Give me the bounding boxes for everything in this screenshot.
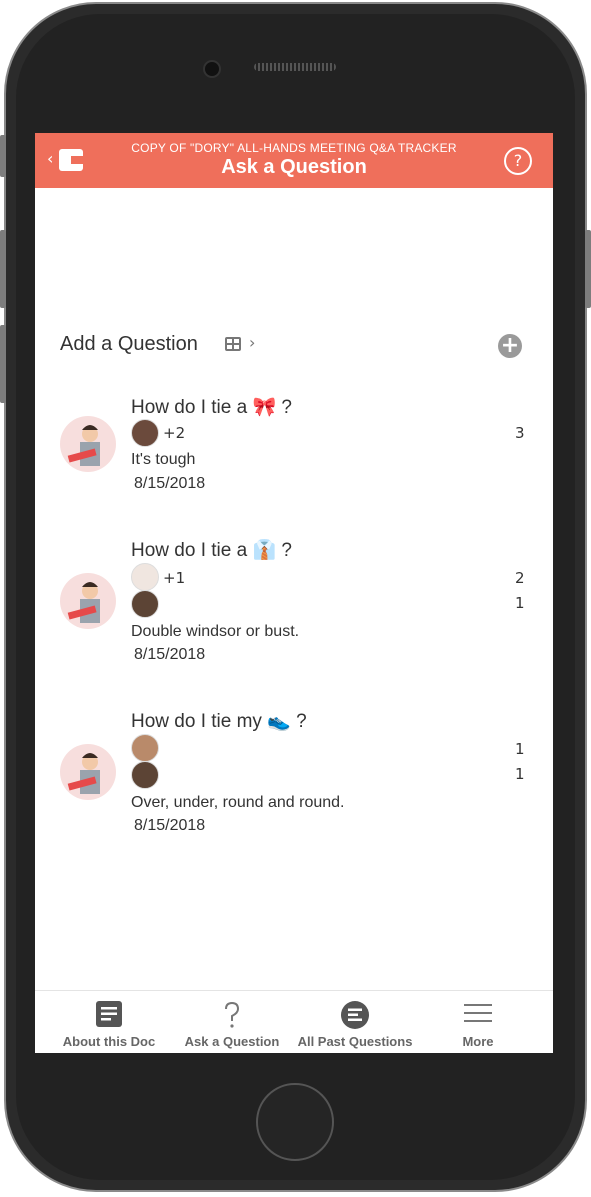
tab-more[interactable]: More [413, 991, 543, 1053]
app-screen: ‹ COPY OF "DORY" ALL-HANDS MEETING Q&A T… [35, 133, 553, 1053]
section-title: Add a Question [60, 333, 198, 355]
vote-count: 2 [515, 569, 525, 587]
answer-text: Double windsor or bust. [131, 623, 300, 640]
avatar [60, 744, 116, 800]
mute-switch [0, 135, 6, 177]
question-mark-icon [225, 1001, 240, 1028]
question-title: How do I tie a 🎀 ? [131, 397, 292, 418]
voters-extra: +1 [163, 569, 186, 587]
page-title: Ask a Question [221, 156, 367, 178]
home-button[interactable] [256, 1083, 334, 1161]
doc-title: COPY OF "DORY" ALL-HANDS MEETING Q&A TRA… [131, 141, 457, 155]
answer-text: It's tough [131, 451, 196, 468]
question-date: 8/15/2018 [134, 646, 206, 663]
tab-label: More [462, 1034, 494, 1049]
answer-text: Over, under, round and round. [131, 794, 345, 811]
question-date: 8/15/2018 [134, 817, 206, 834]
voter-avatar [131, 761, 159, 789]
avatar [60, 416, 116, 472]
question-date: 8/15/2018 [134, 475, 206, 492]
doc-icon [96, 1001, 122, 1027]
tab-label: About this Doc [62, 1034, 156, 1049]
tab-label: Ask a Question [184, 1034, 280, 1049]
voter-avatar [131, 419, 159, 447]
app-header: ‹ COPY OF "DORY" ALL-HANDS MEETING Q&A T… [35, 133, 553, 188]
power-button [585, 230, 591, 308]
tab-ask-a-question[interactable]: Ask a Question [167, 991, 297, 1053]
tab-all-past-questions[interactable]: All Past Questions [290, 991, 420, 1053]
question-circle-icon[interactable]: ? [504, 147, 532, 175]
question-card[interactable]: How do I tie a 👔 ? +1 2 1 Double windsor… [35, 534, 553, 674]
question-card[interactable]: How do I tie my 👟 ? 1 1 Over, under, rou… [35, 705, 553, 845]
front-camera [203, 60, 221, 78]
vote-count: 1 [515, 740, 525, 758]
list-icon [341, 1001, 369, 1029]
bottom-tab-bar: About this Doc Ask a Question All Past Q… [35, 990, 553, 1053]
author-illustration [67, 425, 100, 466]
speaker-grille [254, 63, 336, 71]
volume-down-button [0, 325, 6, 403]
author-illustration [67, 753, 100, 794]
tab-label: All Past Questions [297, 1034, 413, 1049]
voter-avatar [131, 734, 159, 762]
question-title: How do I tie my 👟 ? [131, 711, 307, 732]
vote-count: 3 [515, 424, 525, 442]
volume-up-button [0, 230, 6, 308]
question-card[interactable]: How do I tie a 🎀 ? +2 3 It's tough 8/15/… [35, 391, 553, 501]
table-view-icon[interactable] [225, 337, 241, 351]
question-title: How do I tie a 👔 ? [131, 540, 292, 561]
add-question-button[interactable]: + [498, 334, 522, 358]
tab-about-this-doc[interactable]: About this Doc [44, 991, 174, 1053]
voter-avatar [131, 590, 159, 618]
author-illustration [67, 582, 100, 623]
voters-extra: +2 [163, 424, 186, 442]
vote-count: 1 [515, 594, 525, 612]
menu-icon [464, 1004, 492, 1022]
avatar [60, 573, 116, 629]
chevron-right-icon[interactable]: › [249, 333, 255, 352]
vote-count: 1 [515, 765, 525, 783]
voter-avatar [131, 563, 159, 591]
